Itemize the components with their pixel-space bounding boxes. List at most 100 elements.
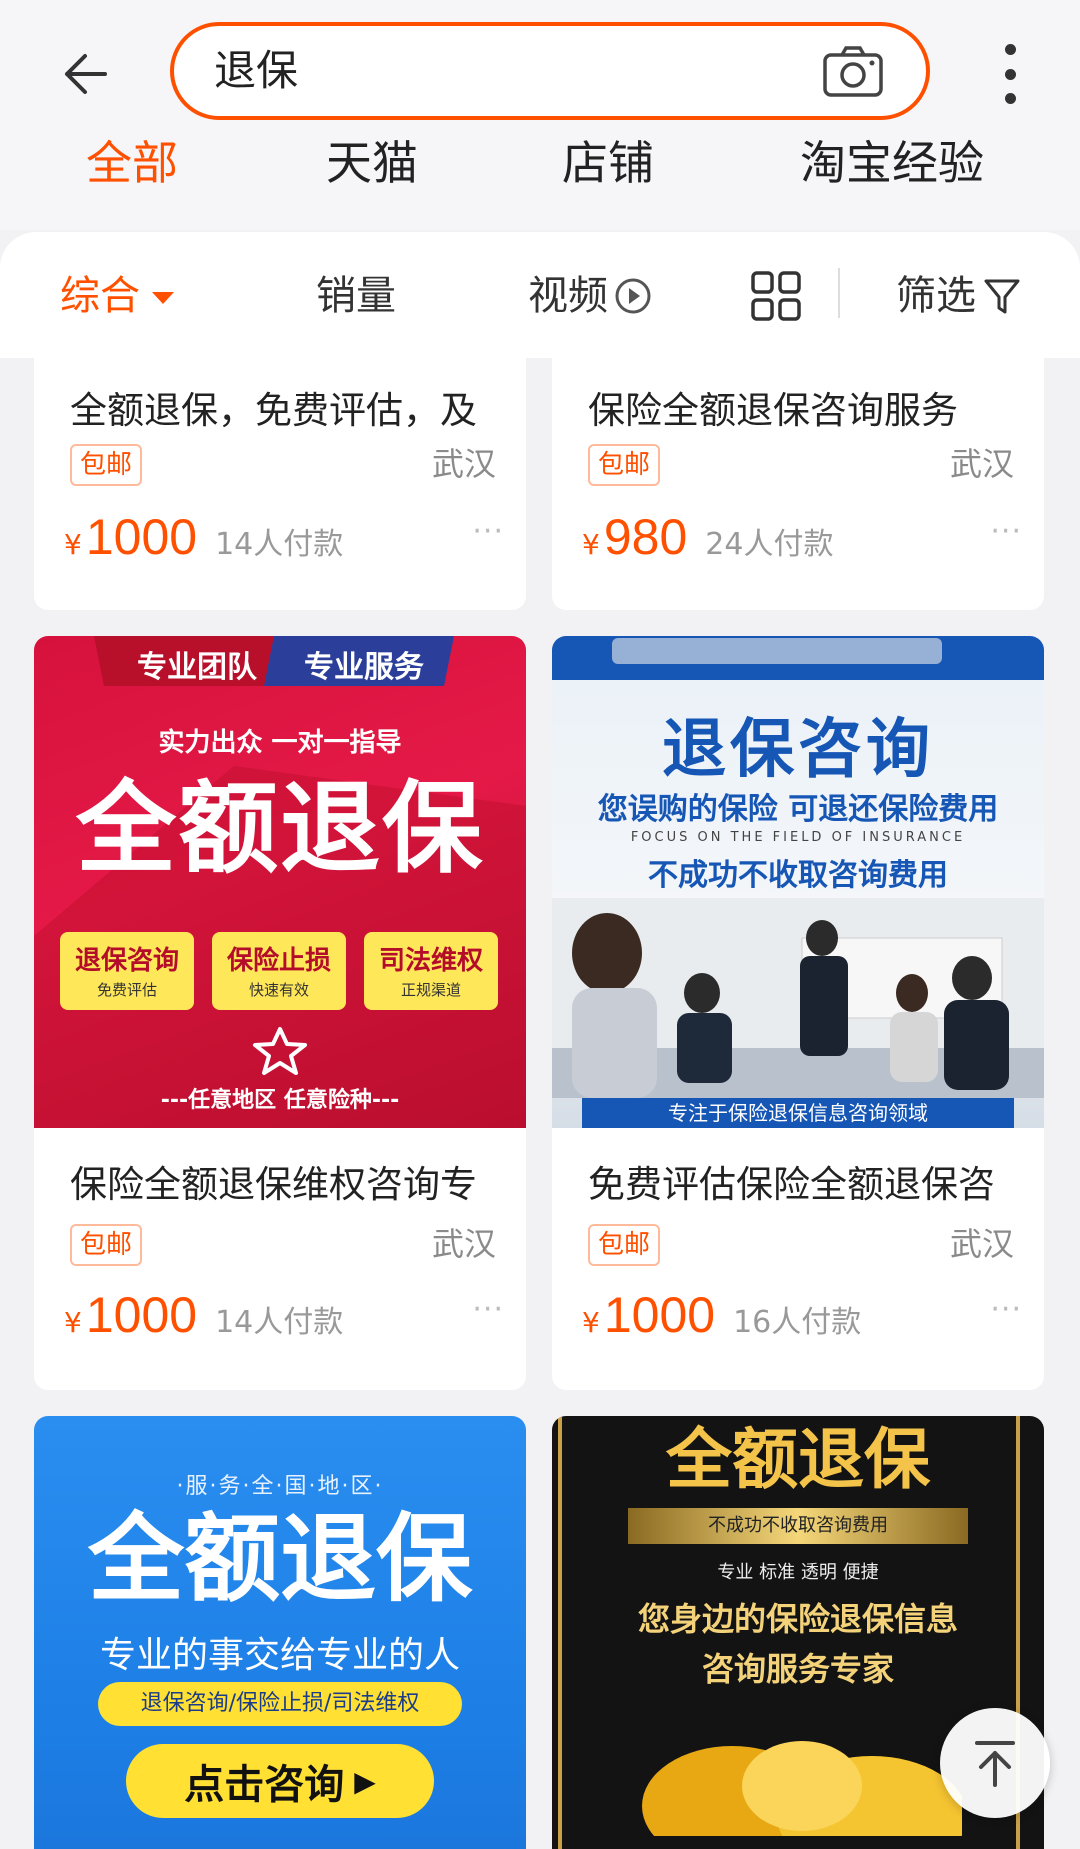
- card-more-icon[interactable]: ···: [990, 514, 1022, 549]
- currency-symbol: ¥: [582, 1306, 600, 1339]
- price-value: 1000: [85, 509, 198, 565]
- free-shipping-badge: 包邮: [70, 1224, 143, 1266]
- banner-line1: 您误购的保险 可退还保险费用: [597, 792, 999, 827]
- sort-sales-label: 销量: [316, 273, 396, 319]
- product-title: 免费评估保险全额退保咨: [588, 1163, 995, 1206]
- search-results-page: 退保 全部 天猫 店铺 淘宝经验 综合 销量 视频 筛选 全额退保，免费评估，及…: [0, 0, 1080, 1849]
- search-query-text: 退保: [214, 46, 299, 95]
- tab-shops[interactable]: 店铺: [562, 128, 654, 198]
- product-price: ¥ 1000 14人付款: [64, 1286, 343, 1344]
- card-more-icon[interactable]: ···: [472, 1292, 504, 1327]
- more-options-button[interactable]: [990, 44, 1030, 104]
- tab-taobao-experience[interactable]: 淘宝经验: [800, 128, 984, 198]
- tab-tmall[interactable]: 天猫: [326, 128, 418, 198]
- filter-label: 筛选: [896, 273, 976, 319]
- camera-icon: [823, 46, 883, 97]
- banner-subtitle: 专业的事交给专业的人: [99, 1635, 460, 1676]
- banner-headline: 退保咨询: [662, 713, 934, 787]
- sort-bar: 综合 销量 视频 筛选: [0, 232, 1080, 358]
- feature-sub: 快速有效: [248, 981, 309, 999]
- banner-feature-box: 保险止损 快速有效: [212, 932, 346, 1010]
- star-logo-icon: [253, 1027, 307, 1075]
- currency-symbol: ¥: [64, 1306, 82, 1339]
- scope-tabs: 全部 天猫 店铺 淘宝经验: [0, 128, 1080, 198]
- currency-symbol: ¥: [582, 528, 600, 561]
- sort-comprehensive-label: 综合: [60, 273, 140, 319]
- banner-line2: 咨询服务专家: [701, 1650, 894, 1688]
- price-value: 1000: [85, 1287, 198, 1343]
- feature-sub: 正规渠道: [400, 981, 461, 999]
- product-image: 专业团队 专业服务 实力出众 一对一指导 全额退保 退保咨询 免费评估 保险止损…: [34, 636, 526, 1128]
- business-people-photo: [552, 898, 1044, 1098]
- product-price: ¥ 980 24人付款: [582, 508, 833, 566]
- banner-tag-right: 专业服务: [304, 650, 424, 685]
- product-card[interactable]: 保险全额退保咨询服务 包邮 武汉 ¥ 980 24人付款 ···: [552, 358, 1044, 610]
- banner-line2: 不成功不收取咨询费用: [648, 858, 948, 893]
- banner-subtitle: 实力出众 一对一指导: [158, 728, 402, 758]
- blurred-shop-name: [612, 638, 942, 664]
- card-more-icon[interactable]: ···: [472, 514, 504, 549]
- banner-ribbon: 不成功不收取咨询费用: [628, 1508, 968, 1544]
- product-image: 退保咨询 您误购的保险 可退还保险费用 FOCUS ON THE FIELD O…: [552, 636, 1044, 1128]
- feature-title: 保险止损: [226, 946, 331, 976]
- product-image: ·服·务·全·国·地·区· 全额退保 专业的事交给专业的人 退保咨询/保险止损/…: [34, 1416, 526, 1849]
- banner-feature-box: 退保咨询 免费评估: [60, 932, 194, 1010]
- tab-all[interactable]: 全部: [86, 128, 178, 198]
- sort-sales[interactable]: 销量: [316, 266, 396, 326]
- camera-search-button[interactable]: [822, 44, 884, 98]
- sort-comprehensive[interactable]: 综合: [60, 266, 174, 326]
- product-card[interactable]: 退保咨询 您误购的保险 可退还保险费用 FOCUS ON THE FIELD O…: [552, 636, 1044, 1390]
- product-card[interactable]: 专业团队 专业服务 实力出众 一对一指导 全额退保 退保咨询 免费评估 保险止损…: [34, 636, 526, 1390]
- gold-helmets-image: [642, 1741, 962, 1836]
- grid-view-toggle[interactable]: [750, 266, 802, 326]
- product-grid: 全额退保，免费评估，及 包邮 武汉 ¥ 1000 14人付款 ··· 保险全额退…: [0, 358, 1080, 1849]
- sort-video-label: 视频: [528, 273, 608, 319]
- product-price: ¥ 1000 14人付款: [64, 508, 343, 566]
- product-location: 武汉: [949, 1225, 1014, 1263]
- sort-video[interactable]: 视频: [528, 266, 652, 326]
- currency-symbol: ¥: [64, 528, 82, 561]
- sales-count: 14人付款: [215, 527, 344, 562]
- more-dot-icon: [1004, 44, 1016, 55]
- sales-count: 16人付款: [733, 1305, 862, 1340]
- banner-tags: 专业 标准 透明 便捷: [717, 1562, 879, 1583]
- product-card[interactable]: ·服·务·全·国·地·区· 全额退保 专业的事交给专业的人 退保咨询/保险止损/…: [34, 1416, 526, 1849]
- free-shipping-badge: 包邮: [588, 444, 661, 486]
- back-to-top-button[interactable]: [940, 1708, 1050, 1818]
- product-card[interactable]: 全额退保，免费评估，及 包邮 武汉 ¥ 1000 14人付款 ···: [34, 358, 526, 610]
- caret-down-icon: [152, 292, 174, 304]
- product-location: 武汉: [431, 445, 496, 483]
- funnel-icon: [984, 279, 1020, 314]
- search-header: 退保 全部 天猫 店铺 淘宝经验: [0, 0, 1080, 230]
- price-value: 980: [603, 509, 688, 565]
- product-price: ¥ 1000 16人付款: [582, 1286, 861, 1344]
- banner-line1: 您身边的保险退保信息: [637, 1600, 958, 1638]
- back-button[interactable]: [50, 44, 120, 104]
- price-value: 1000: [603, 1287, 716, 1343]
- more-dot-icon: [1004, 68, 1016, 80]
- arrow-to-top-icon: [975, 1741, 1015, 1787]
- sales-count: 24人付款: [705, 527, 834, 562]
- banner-headline: 全额退保: [76, 770, 484, 887]
- search-input[interactable]: 退保: [170, 22, 930, 120]
- product-location: 武汉: [949, 445, 1014, 483]
- free-shipping-badge: 包邮: [588, 1224, 661, 1266]
- more-dot-icon: [1004, 93, 1016, 104]
- banner-top-text: ·服·务·全·国·地·区·: [176, 1474, 384, 1499]
- card-more-icon[interactable]: ···: [990, 1292, 1022, 1327]
- play-circle-icon: [615, 278, 651, 314]
- banner-footer: 专注于保险退保信息咨询领域: [582, 1098, 1014, 1128]
- product-location: 武汉: [431, 1225, 496, 1263]
- back-arrow-icon: [65, 54, 107, 94]
- feature-title: 退保咨询: [74, 946, 179, 976]
- banner-headline: 全额退保: [666, 1421, 930, 1498]
- play-triangle-icon: ▶: [354, 1764, 376, 1798]
- banner-feature-box: 司法维权 正规渠道: [364, 932, 498, 1010]
- cta-label: 点击咨询: [184, 1762, 345, 1808]
- sales-count: 14人付款: [215, 1305, 344, 1340]
- banner-english: FOCUS ON THE FIELD OF INSURANCE: [630, 830, 966, 845]
- feature-sub: 免费评估: [96, 981, 157, 999]
- sortbar-divider: [838, 268, 840, 318]
- free-shipping-badge: 包邮: [70, 444, 143, 486]
- filter-button[interactable]: 筛选: [896, 266, 1022, 326]
